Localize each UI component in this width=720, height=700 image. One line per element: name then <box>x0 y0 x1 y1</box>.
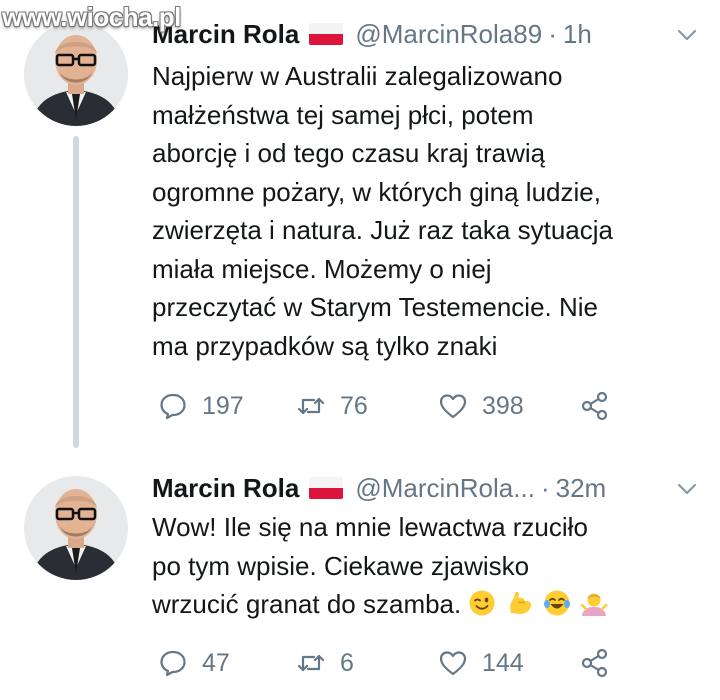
separator: · <box>548 18 557 49</box>
author-handle[interactable]: @MarcinRola... <box>355 473 535 504</box>
reply-button[interactable]: 47 <box>158 643 230 683</box>
share-button[interactable] <box>580 643 624 683</box>
heart-icon <box>439 651 467 676</box>
thread-line <box>73 136 79 448</box>
tweet-text-line: miała miejsce. Możemy o niej <box>152 253 492 284</box>
reply-count: 47 <box>202 648 230 677</box>
retweet-icon <box>297 654 325 672</box>
tweet-text-line: Wow! Ile się na mnie lewactwa rzuciło <box>152 512 588 542</box>
chevron-down-icon[interactable] <box>674 22 700 48</box>
avatar[interactable] <box>24 476 128 580</box>
tweet-actions: 47 6 144 <box>152 643 672 683</box>
retweet-count: 6 <box>340 648 354 677</box>
tweet-text-line: przeczytać w Starym Testemencie. Nie <box>152 292 598 322</box>
tweet-text-line: zwierzęta i natura. Już raz taka sytuacj… <box>152 215 613 245</box>
tweet-text-segment: wrzucić granat do szamba. <box>152 589 462 619</box>
avatar[interactable] <box>24 22 128 126</box>
reply-icon <box>160 393 186 420</box>
profile-photo <box>24 476 128 580</box>
share-icon <box>581 391 608 421</box>
heart-icon <box>439 394 467 419</box>
tweet-text-line: ogromne pożary, w których giną ludzie, <box>152 176 601 207</box>
poland-flag-icon <box>309 477 344 499</box>
retweet-icon <box>297 397 325 415</box>
timestamp[interactable]: 32m <box>556 473 607 504</box>
share-icon <box>581 648 608 678</box>
separator: · <box>540 472 550 503</box>
tears-of-joy-emoji-icon <box>543 590 570 616</box>
like-button[interactable]: 144 <box>438 643 524 683</box>
retweet-count: 76 <box>340 391 368 420</box>
flexed-biceps-emoji-icon <box>509 591 531 614</box>
like-count: 144 <box>482 648 524 677</box>
tweet-text-line: wrzucić granat do szamba. <box>152 585 700 624</box>
tweet-text-line: małżeństwa tej samej płci, potem <box>152 99 534 130</box>
author-handle[interactable]: @MarcinRola89 <box>355 19 542 50</box>
like-count: 398 <box>482 391 524 420</box>
reply-button[interactable]: 197 <box>158 386 244 426</box>
tweet-text: Najpierw w Australii zalegalizowano małż… <box>152 57 700 365</box>
reply-icon <box>160 650 186 677</box>
retweet-button[interactable]: 6 <box>296 643 354 683</box>
tweet-text-line: Najpierw w Australii zalegalizowano <box>152 61 563 91</box>
chevron-down-icon[interactable] <box>674 476 700 502</box>
profile-photo <box>24 22 128 126</box>
tweet-text-line: aborcję i od tego czasu kraj trawią <box>152 138 546 168</box>
like-button[interactable]: 398 <box>438 386 524 426</box>
tweet-actions: 197 76 398 <box>152 386 672 426</box>
tweet-header: Marcin Rola @MarcinRola... · 32m <box>152 468 606 508</box>
retweet-button[interactable]: 76 <box>296 386 368 426</box>
watermark: www.wiocha.pl <box>2 2 181 32</box>
person-shrugging-emoji-icon <box>580 593 608 616</box>
tweet-header: Marcin Rola @MarcinRola89 · 1h <box>152 14 592 54</box>
tweet-text-line: ma przypadków są tylko znaki <box>152 330 498 361</box>
timestamp[interactable]: 1h <box>563 19 592 50</box>
reply-count: 197 <box>202 391 244 420</box>
share-button[interactable] <box>580 386 624 426</box>
tweet-text: Wow! Ile się na mnie lewactwa rzuciło po… <box>152 508 700 624</box>
poland-flag-icon <box>309 23 344 45</box>
author-name[interactable]: Marcin Rola <box>152 473 299 504</box>
winking-face-emoji-icon <box>469 590 495 616</box>
tweet-text-line: po tym wpisie. Ciekawe zjawisko <box>152 550 530 581</box>
